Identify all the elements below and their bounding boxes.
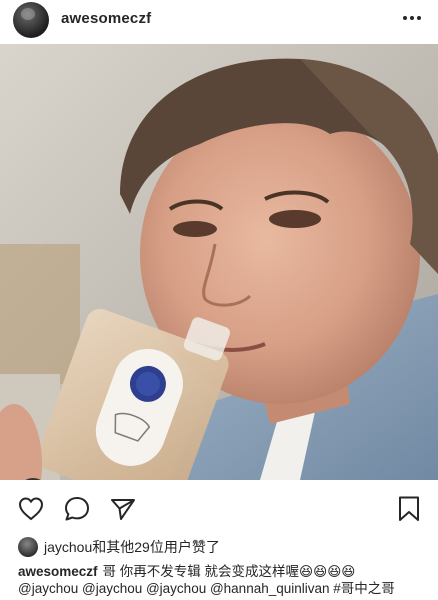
send-icon[interactable] [108, 494, 138, 524]
photo-illustration [0, 44, 438, 480]
post-actions [0, 488, 438, 528]
caption-mentions[interactable]: @jaychou @jaychou @jaychou @hannah_quinl… [18, 580, 428, 597]
post-caption: awesomeczf 哥 你再不发专辑 就会变成这样喔😆😆😆😆 @jaychou … [18, 563, 428, 597]
caption-username[interactable]: awesomeczf [18, 564, 98, 579]
likes-text[interactable]: jaychou和其他29位用户赞了 [44, 537, 220, 557]
caption-text: 哥 你再不发专辑 就会变成这样喔😆😆😆😆 [102, 564, 356, 579]
user-avatar[interactable] [13, 2, 49, 38]
comment-icon[interactable] [62, 494, 92, 524]
post-username[interactable]: awesomeczf [61, 10, 151, 27]
post-header: awesomeczf [0, 0, 438, 40]
heart-icon[interactable] [16, 494, 46, 524]
post-photo[interactable] [0, 44, 438, 480]
caption-line-1: awesomeczf 哥 你再不发专辑 就会变成这样喔😆😆😆😆 [18, 563, 428, 580]
likes-line[interactable]: jaychou和其他29位用户赞了 [18, 536, 220, 558]
liker-avatar[interactable] [18, 537, 38, 557]
bookmark-icon[interactable] [394, 494, 424, 524]
more-options-icon[interactable] [398, 6, 426, 30]
